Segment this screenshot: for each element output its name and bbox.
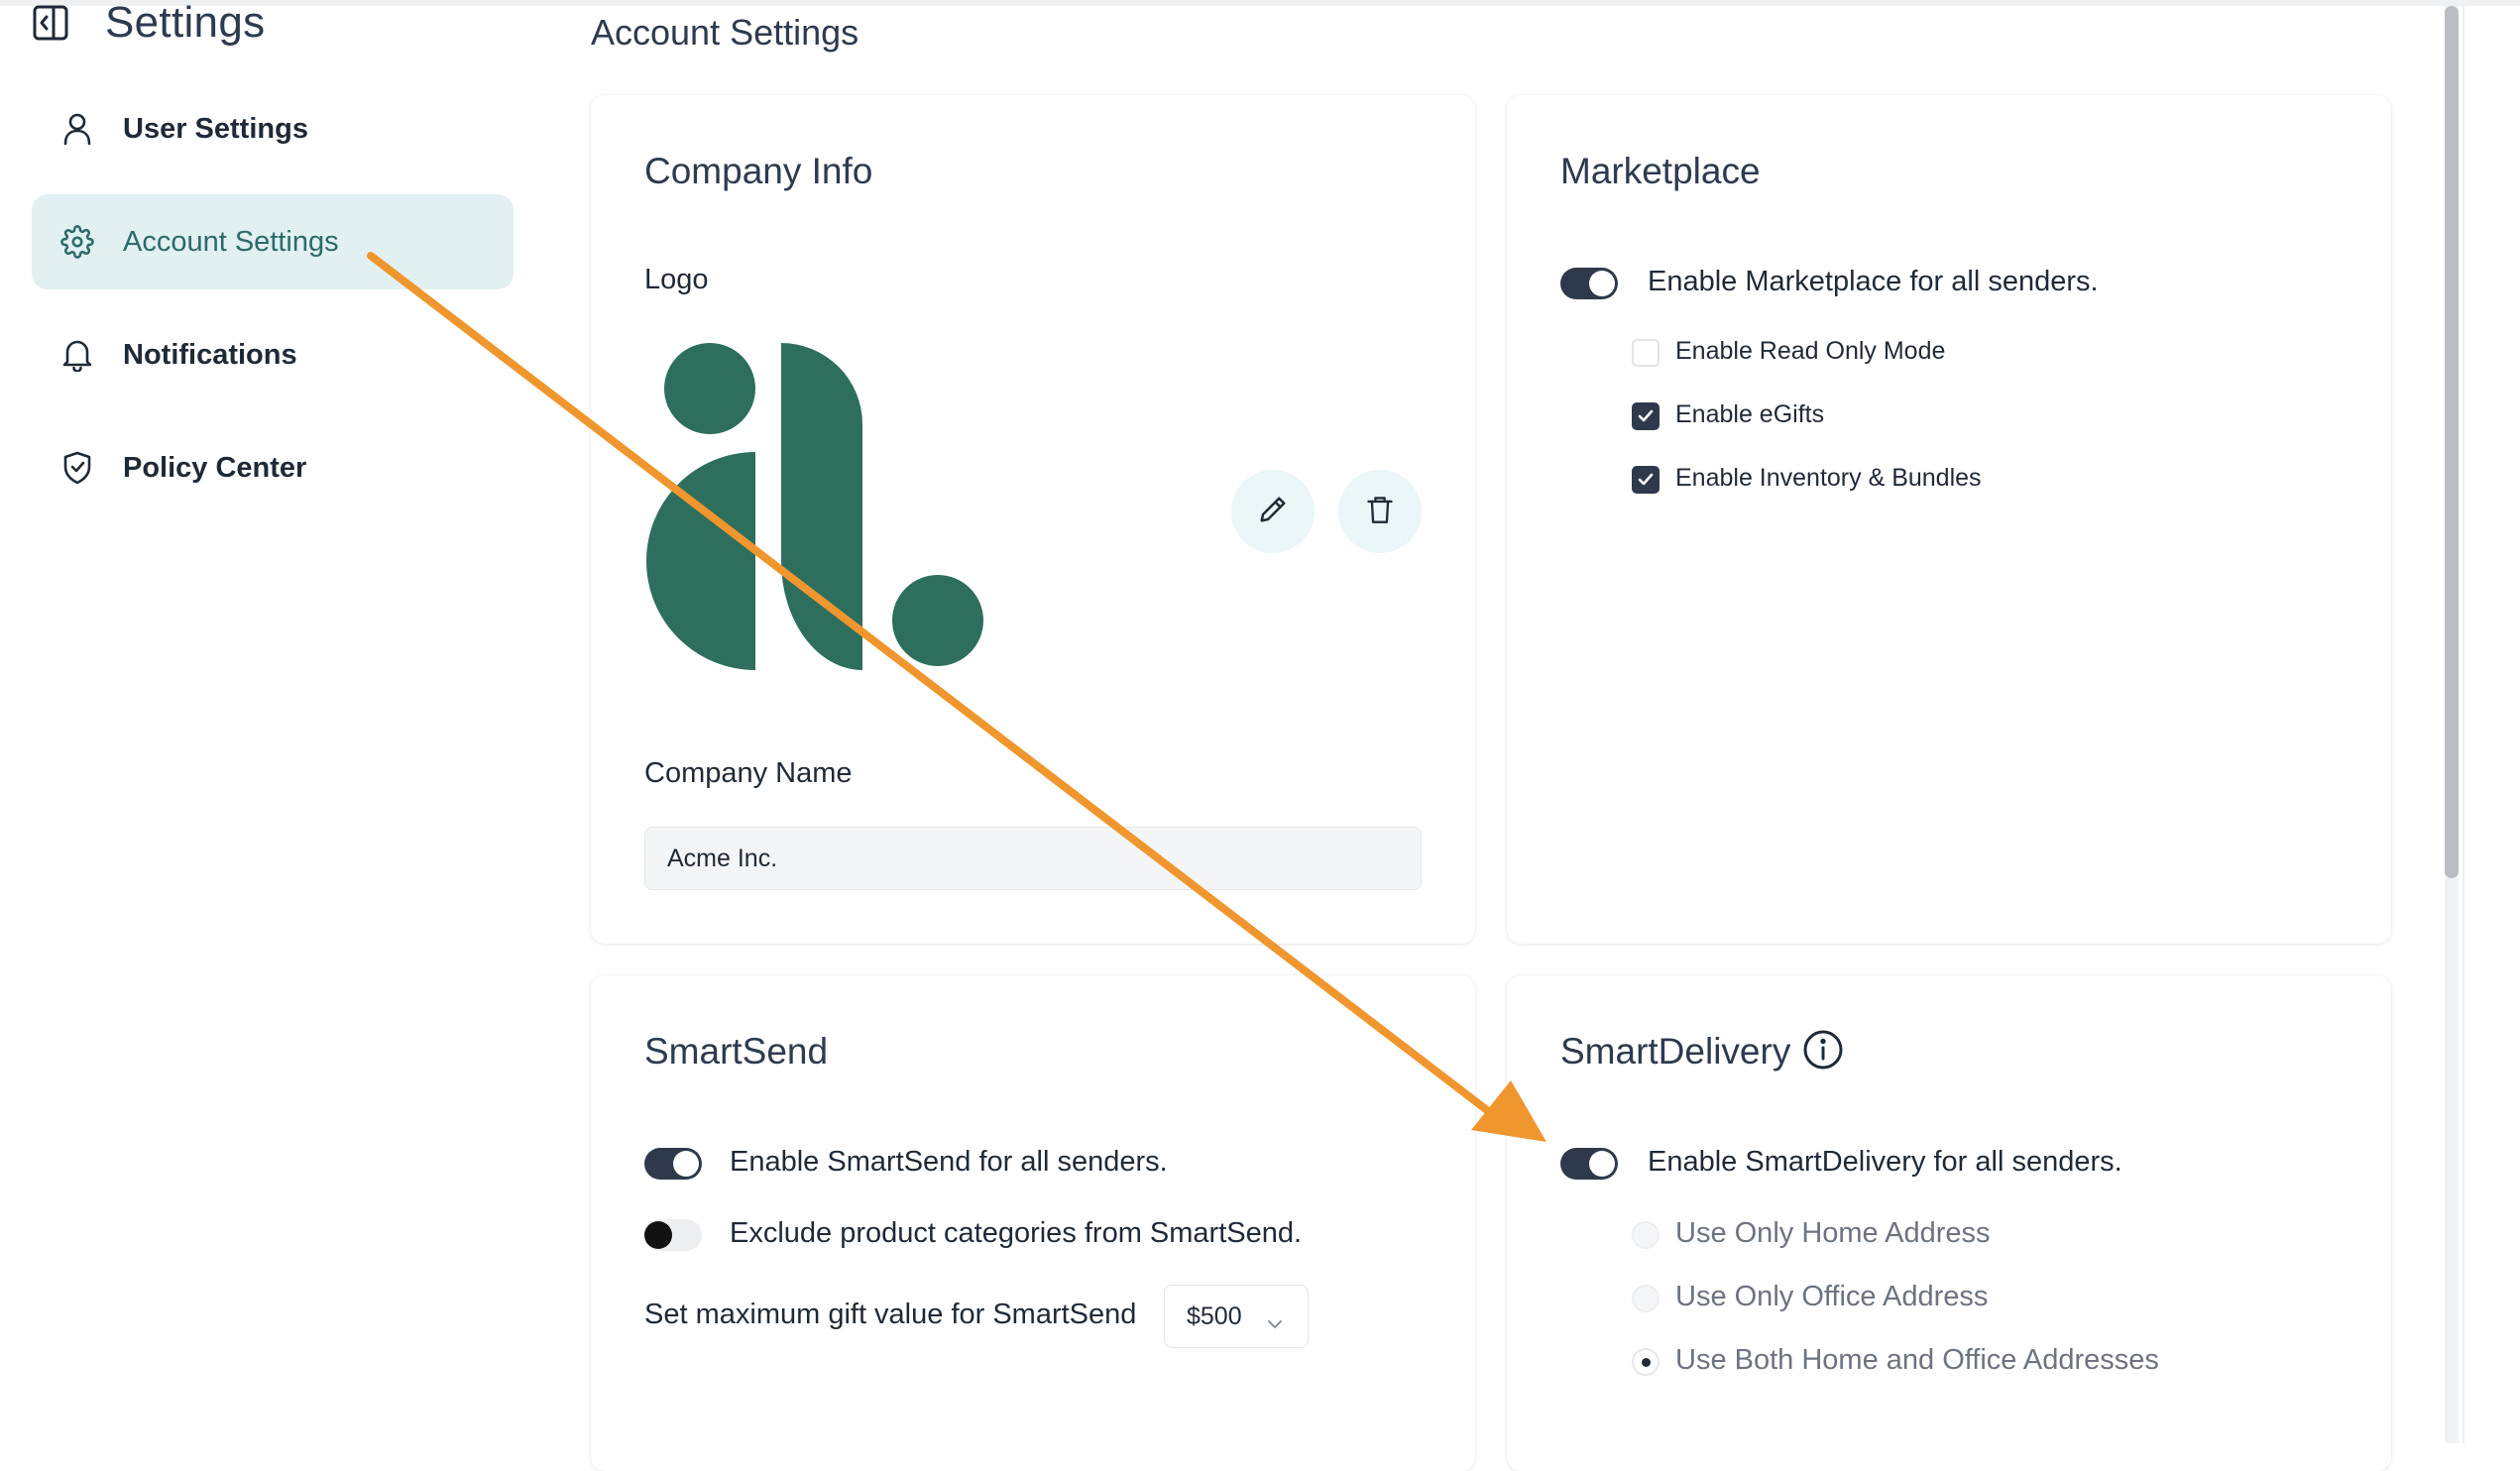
delete-logo-button[interactable] (1338, 470, 1422, 553)
page-title: Account Settings (591, 12, 859, 53)
company-name-label: Company Name (644, 757, 853, 789)
select-value: $500 (1187, 1301, 1242, 1330)
edit-logo-button[interactable] (1231, 470, 1315, 553)
egifts-label: Enable eGifts (1675, 400, 1825, 428)
sidebar-item-account-settings[interactable]: Account Settings (32, 194, 514, 289)
home-address-label: Use Only Home Address (1675, 1217, 1991, 1249)
sidebar-item-policy-center[interactable]: Policy Center (32, 420, 514, 515)
trash-icon (1366, 495, 1394, 529)
card-title: Company Info (644, 151, 873, 191)
smartdelivery-card: SmartDelivery Enable SmartDelivery for a… (1507, 975, 2391, 1471)
smartdelivery-toggle-label: Enable SmartDelivery for all senders. (1648, 1146, 2122, 1178)
smartsend-toggle-label: Enable SmartSend for all senders. (730, 1146, 1168, 1178)
sidebar-item-label: User Settings (123, 112, 308, 145)
scrollbar-thumb[interactable] (2445, 6, 2459, 878)
read-only-mode-label: Enable Read Only Mode (1675, 337, 1946, 365)
both-addresses-label: Use Both Home and Office Addresses (1675, 1344, 2159, 1376)
page-scrollbar[interactable] (2445, 6, 2459, 1443)
read-only-mode-checkbox[interactable] (1632, 339, 1660, 367)
card-title: SmartDelivery (1560, 1031, 1791, 1072)
company-info-card: Company Info Logo Company Name Acme Inc. (591, 95, 1475, 944)
smartsend-toggle[interactable] (644, 1148, 702, 1180)
company-name-input[interactable]: Acme Inc. (644, 827, 1422, 890)
checkmark-icon (1638, 409, 1654, 422)
settings-sidebar: Settings User Settings Account Settings … (0, 0, 555, 1443)
user-icon (59, 111, 95, 147)
sidebar-item-label: Policy Center (123, 451, 307, 484)
pencil-icon (1258, 495, 1288, 529)
sidebar-item-user-settings[interactable]: User Settings (32, 81, 514, 176)
checkmark-icon (1638, 473, 1654, 486)
info-icon[interactable] (1802, 1029, 1844, 1075)
inventory-bundles-checkbox[interactable] (1632, 466, 1660, 494)
home-address-radio[interactable] (1632, 1221, 1660, 1249)
marketplace-toggle-label: Enable Marketplace for all senders. (1648, 266, 2099, 297)
sidebar-item-notifications[interactable]: Notifications (32, 307, 514, 402)
egifts-checkbox[interactable] (1632, 402, 1660, 430)
both-addresses-radio[interactable] (1632, 1348, 1660, 1376)
sidebar-item-label: Notifications (123, 338, 297, 371)
smartsend-card: SmartSend Enable SmartSend for all sende… (591, 975, 1475, 1471)
max-gift-value-label: Set maximum gift value for SmartSend (644, 1299, 1137, 1330)
company-logo (646, 343, 987, 670)
inventory-bundles-label: Enable Inventory & Bundles (1675, 464, 1982, 492)
max-gift-value-select[interactable]: $500 (1164, 1285, 1309, 1348)
exclude-categories-toggle[interactable] (644, 1219, 702, 1251)
office-address-radio[interactable] (1632, 1285, 1660, 1312)
sidebar-header: Settings (32, 0, 265, 48)
sidebar-item-label: Account Settings (123, 225, 339, 258)
card-title: SmartSend (644, 1031, 829, 1072)
logo-label: Logo (644, 264, 709, 295)
chevron-down-icon (1266, 1309, 1284, 1338)
exclude-categories-label: Exclude product categories from SmartSen… (730, 1217, 1303, 1249)
marketplace-card: Marketplace Enable Marketplace for all s… (1507, 95, 2391, 944)
marketplace-toggle[interactable] (1560, 268, 1618, 299)
sidebar-title: Settings (105, 0, 266, 47)
gear-icon (59, 224, 95, 260)
scroll-edge-divider (2463, 6, 2464, 1443)
office-address-label: Use Only Office Address (1675, 1281, 1989, 1312)
bell-icon (59, 337, 95, 373)
card-title: Marketplace (1560, 151, 1761, 191)
smartdelivery-toggle[interactable] (1560, 1148, 1618, 1180)
shield-check-icon (59, 450, 95, 486)
sidebar-collapse-icon[interactable] (32, 4, 69, 42)
